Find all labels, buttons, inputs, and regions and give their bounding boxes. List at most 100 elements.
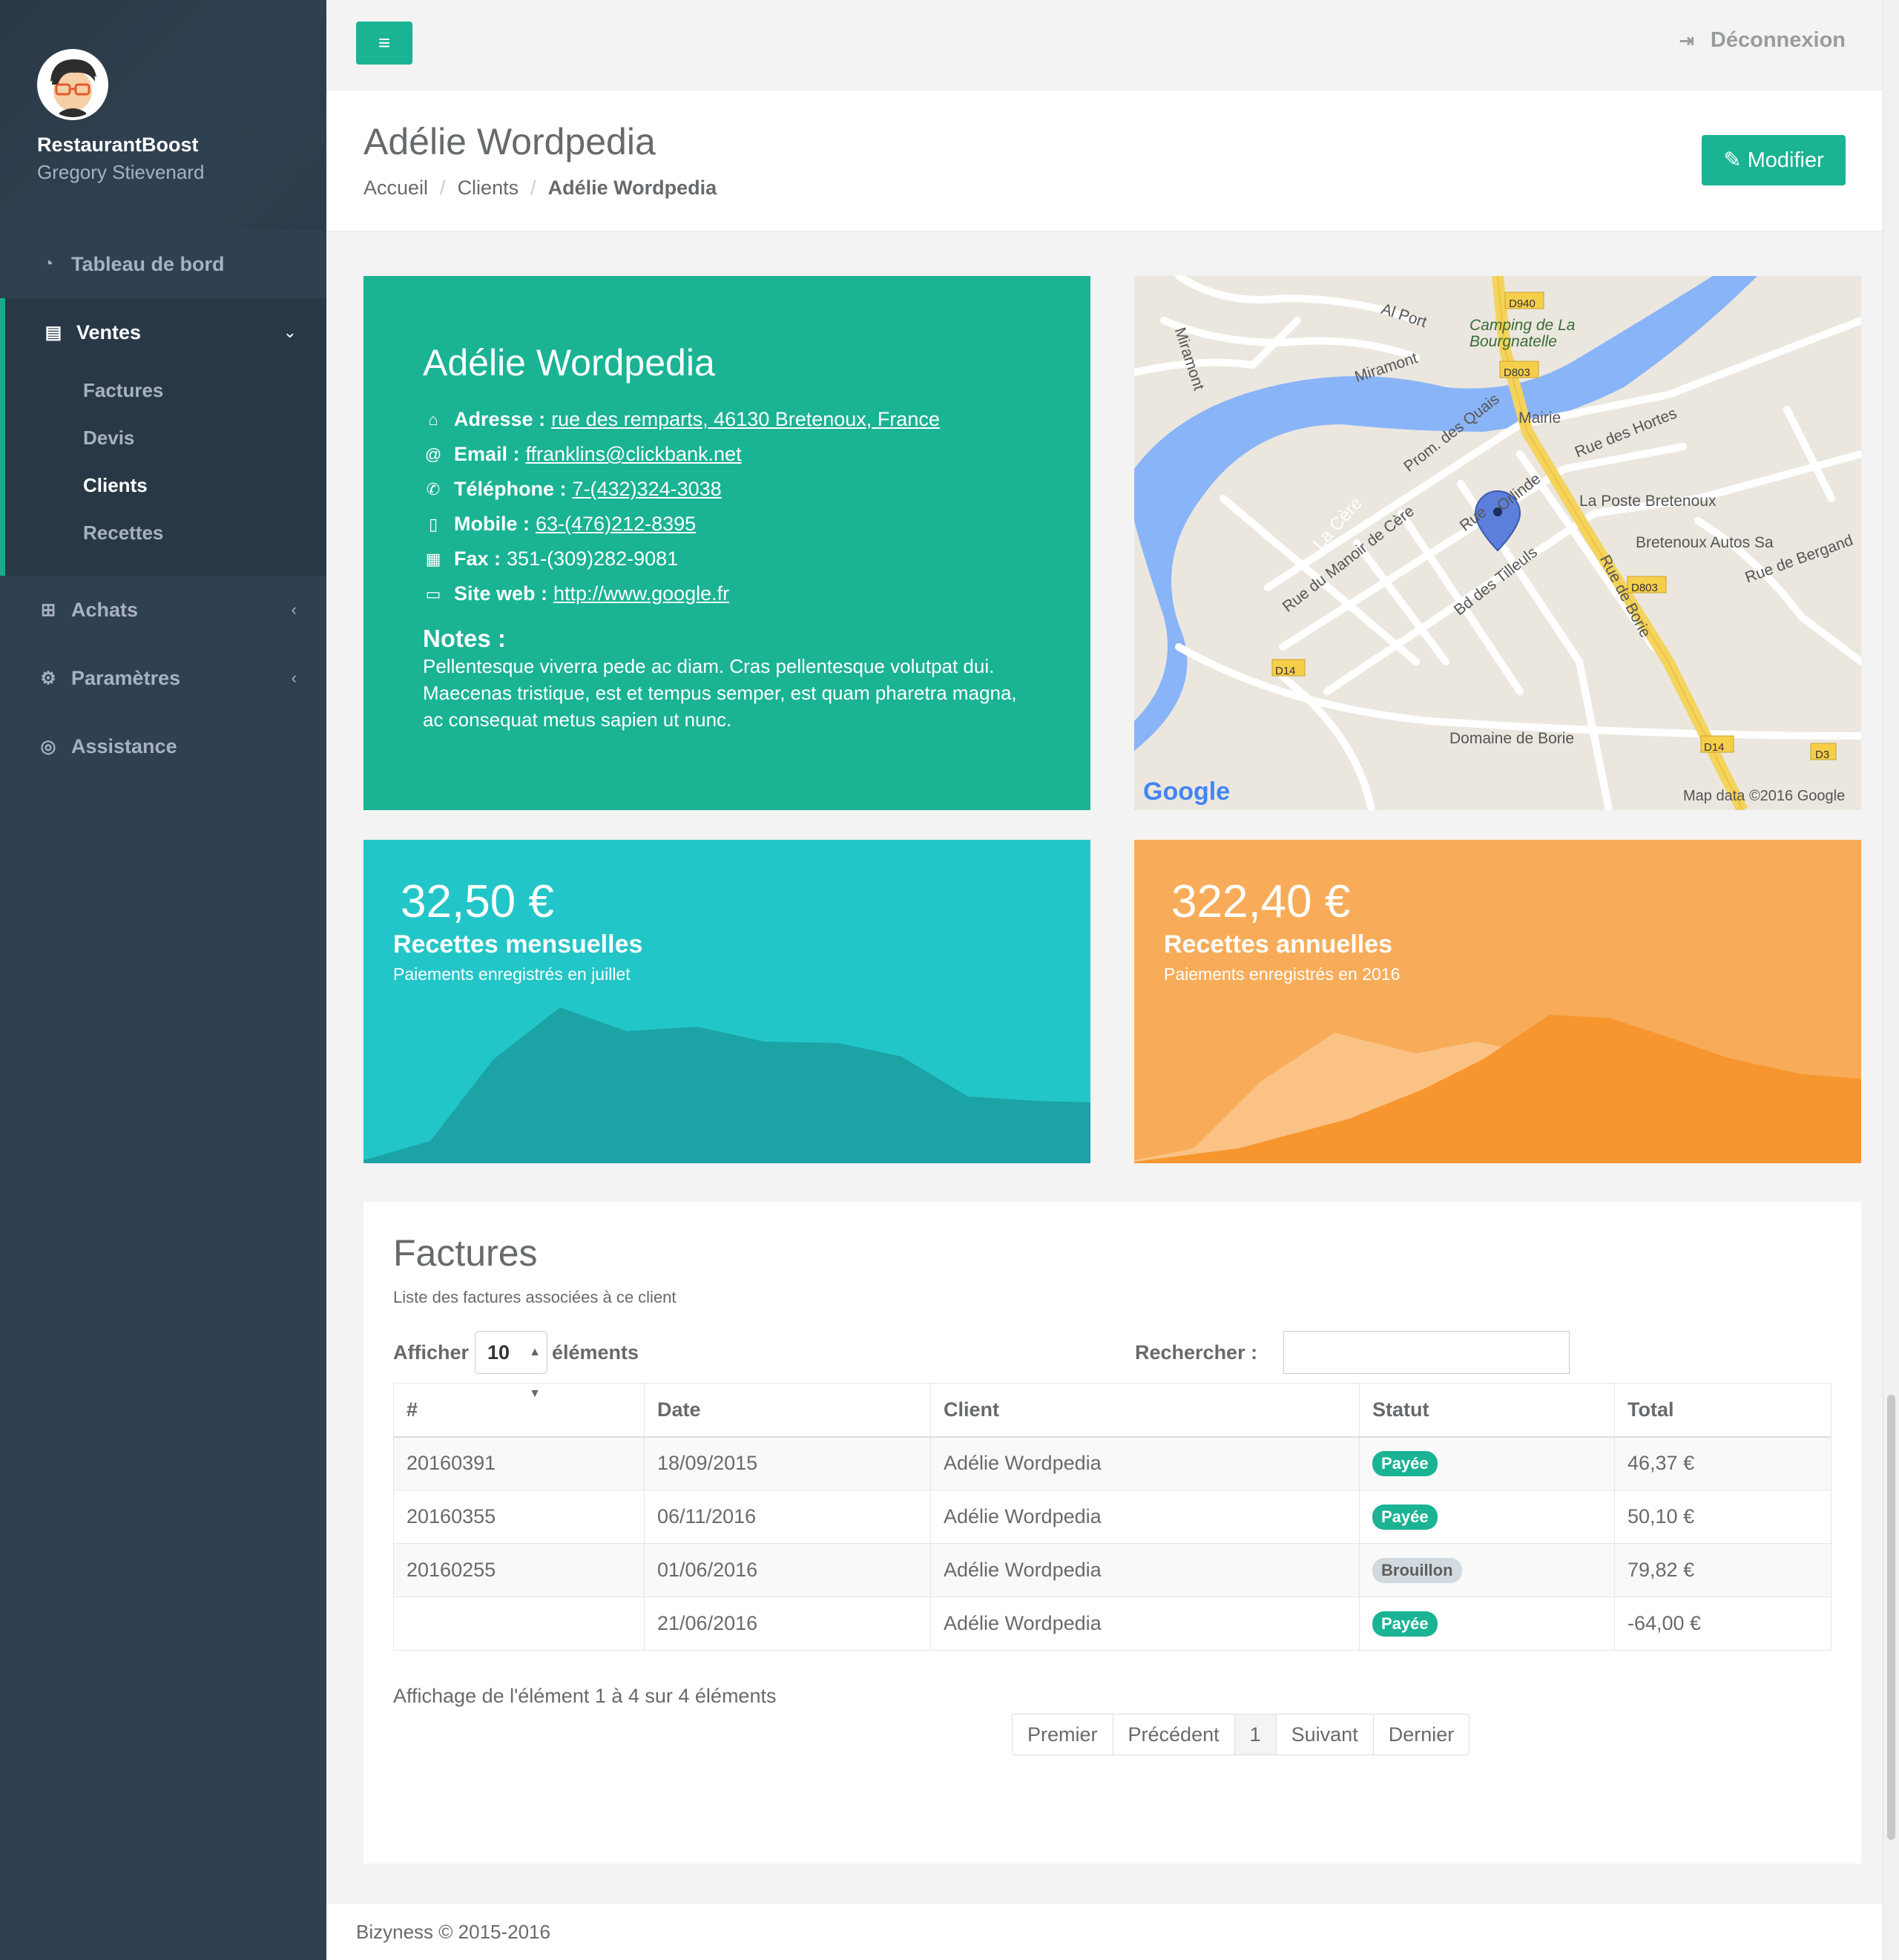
address-label: Adresse : xyxy=(454,408,546,430)
life-ring-icon: ◎ xyxy=(40,736,56,757)
pager-last[interactable]: Dernier xyxy=(1374,1714,1469,1755)
breadcrumb-clients[interactable]: Clients xyxy=(458,177,519,199)
map-copyright: Map data ©2016 Google xyxy=(1683,788,1846,804)
yearly-sparkline xyxy=(1134,1015,1861,1163)
client-card: Adélie Wordpedia ⌂ Adresse : rue des rem… xyxy=(363,276,1090,810)
email-row: @ Email : ffranklins@clickbank.net xyxy=(423,443,1031,466)
cell-total: 79,82 € xyxy=(1614,1543,1831,1597)
user-name: Gregory Stievenard xyxy=(37,161,205,183)
phone-label: Téléphone : xyxy=(454,478,567,500)
yearly-amount: 322,40 € xyxy=(1171,876,1351,927)
search-input[interactable] xyxy=(1283,1331,1570,1374)
cell-total: -64,00 € xyxy=(1614,1596,1831,1651)
address-row: ⌂ Adresse : rue des remparts, 46130 Bret… xyxy=(423,408,1031,431)
nav-sales-toggle[interactable]: ▤ Ventes ⌄ xyxy=(42,298,326,366)
cell-number: 20160255 xyxy=(393,1543,645,1597)
monthly-amount: 32,50 € xyxy=(401,876,554,927)
nav-support[interactable]: ◎ Assistance xyxy=(0,712,326,780)
table-row[interactable]: 20160391 18/09/2015 Adélie Wordpedia Pay… xyxy=(393,1436,1831,1490)
map[interactable]: Al Port Camping de La Bourgnatelle D940 … xyxy=(1134,276,1861,810)
website-link[interactable]: http://www.google.fr xyxy=(553,582,729,605)
page-title: Adélie Wordpedia xyxy=(363,121,656,162)
invoices-panel: Factures Liste des factures associées à … xyxy=(363,1202,1861,1864)
scrollbar-thumb[interactable] xyxy=(1887,1395,1895,1840)
nav-quotes[interactable]: Devis xyxy=(83,414,326,461)
notes-text: Pellentesque viverra pede ac diam. Cras … xyxy=(423,655,1017,731)
pager-next[interactable]: Suivant xyxy=(1277,1714,1374,1755)
invoices-description: Liste des factures associées à ce client xyxy=(393,1288,677,1306)
pager-previous[interactable]: Précédent xyxy=(1113,1714,1235,1755)
table-row[interactable]: 20160255 01/06/2016 Adélie Wordpedia Bro… xyxy=(393,1543,1831,1597)
nav-revenues[interactable]: Recettes xyxy=(83,509,326,556)
map-label: Bretenoux Autos Sa xyxy=(1636,534,1774,551)
pager-first[interactable]: Premier xyxy=(1013,1714,1113,1755)
table-row[interactable]: 20160355 06/11/2016 Adélie Wordpedia Pay… xyxy=(393,1490,1831,1544)
nav-sales-label: Ventes xyxy=(76,320,142,343)
monthly-revenue-card: 32,50 € Recettes mensuelles Paiements en… xyxy=(363,840,1090,1163)
phone-link[interactable]: 7-(432)324-3038 xyxy=(573,478,722,501)
pager-page-1[interactable]: 1 xyxy=(1234,1714,1277,1755)
edit-button[interactable]: ✎ Modifier xyxy=(1702,135,1846,185)
website-label: Site web : xyxy=(454,582,548,605)
avatar[interactable] xyxy=(37,49,108,120)
cell-status: Payée xyxy=(1359,1490,1615,1544)
elements-label: éléments xyxy=(552,1341,639,1364)
breadcrumb-current: Adélie Wordpedia xyxy=(547,177,717,199)
edit-button-label: Modifier xyxy=(1747,148,1824,172)
page-size-select[interactable]: 10 ▲ ▼ xyxy=(475,1331,547,1400)
footer: Bizyness © 2015-2016 xyxy=(326,1903,1883,1960)
column-date[interactable]: Date xyxy=(644,1383,931,1438)
fax-value: 351-(309)282-9081 xyxy=(507,547,679,570)
client-name: Adélie Wordpedia xyxy=(423,342,715,384)
column-client[interactable]: Client xyxy=(930,1383,1360,1438)
cogs-icon: ⚙ xyxy=(40,668,56,688)
nav-invoices[interactable]: Factures xyxy=(83,366,326,414)
column-number[interactable]: # xyxy=(393,1383,645,1438)
nav-settings-label: Paramètres xyxy=(71,666,181,689)
select-arrows-icon: ▲ ▼ xyxy=(529,1346,541,1400)
address-link[interactable]: rue des remparts, 46130 Bretenoux, Franc… xyxy=(551,408,940,431)
nav-dashboard[interactable]: ◔ Tableau de bord xyxy=(0,230,326,298)
table-row[interactable]: 21/06/2016 Adélie Wordpedia Payée -64,00… xyxy=(393,1596,1831,1651)
cell-number xyxy=(393,1596,645,1651)
status-badge: Payée xyxy=(1372,1504,1438,1530)
cell-date: 21/06/2016 xyxy=(644,1596,931,1651)
map-road-number: D3 xyxy=(1815,749,1830,761)
map-road-number: D14 xyxy=(1704,741,1725,754)
fax-icon: ▦ xyxy=(425,549,441,568)
menu-toggle-button[interactable]: ≡ xyxy=(356,22,412,65)
scrollbar[interactable] xyxy=(1883,0,1899,1960)
cell-total: 46,37 € xyxy=(1614,1436,1831,1490)
nav-purchases-label: Achats xyxy=(71,598,139,621)
nav-dashboard-label: Tableau de bord xyxy=(71,252,225,275)
cart-icon: ⊞ xyxy=(40,599,56,620)
logout-link[interactable]: ⇥ Déconnexion xyxy=(1679,28,1846,53)
map-label: La Poste Bretenoux xyxy=(1579,493,1717,510)
mobile-label: Mobile : xyxy=(454,513,530,535)
email-link[interactable]: ffranklins@clickbank.net xyxy=(526,443,742,466)
map-label: Camping de La Bourgnatelle xyxy=(1469,317,1576,350)
table-header-row: # Date Client Statut Total xyxy=(393,1383,1831,1438)
column-total[interactable]: Total xyxy=(1614,1383,1831,1438)
nav-clients[interactable]: Clients xyxy=(83,461,326,509)
at-icon: @ xyxy=(424,444,442,464)
map-road-number: D803 xyxy=(1631,582,1658,594)
logout-label: Déconnexion xyxy=(1710,28,1846,52)
email-label: Email : xyxy=(454,443,520,465)
mobile-row: ▯ Mobile : 63-(476)212-8395 xyxy=(423,513,1031,536)
status-badge: Payée xyxy=(1372,1450,1438,1476)
invoices-title: Factures xyxy=(393,1232,538,1274)
breadcrumb-separator: / xyxy=(530,177,536,199)
cell-status: Payée xyxy=(1359,1596,1615,1651)
cell-number: 20160391 xyxy=(393,1436,645,1490)
map-label: Mairie xyxy=(1518,410,1561,427)
nav-settings[interactable]: ⚙ Paramètres ‹ xyxy=(0,644,326,712)
column-status[interactable]: Statut xyxy=(1359,1383,1615,1438)
breadcrumb: Accueil / Clients / Adélie Wordpedia xyxy=(363,177,717,200)
breadcrumb-home[interactable]: Accueil xyxy=(363,177,428,199)
brand-name: RestaurantBoost xyxy=(37,134,199,156)
mobile-link[interactable]: 63-(476)212-8395 xyxy=(536,513,696,536)
notes-label: Notes : xyxy=(423,625,506,652)
nav-purchases[interactable]: ⊞ Achats ‹ xyxy=(0,576,326,644)
topbar: ≡ ⇥ Déconnexion xyxy=(326,0,1883,91)
